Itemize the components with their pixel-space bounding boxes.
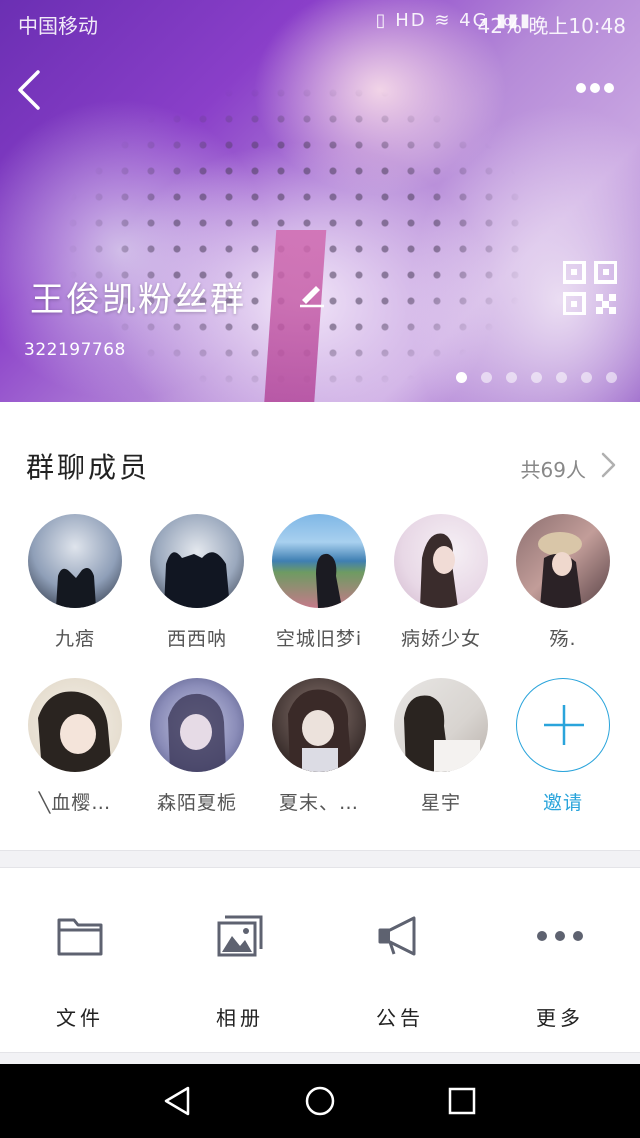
invite-label: 邀请 [542, 792, 583, 814]
back-arrow-icon[interactable] [14, 68, 44, 112]
member-name: 殇. [549, 628, 577, 650]
member-item[interactable]: 星宇 [380, 678, 502, 815]
avatar [516, 514, 610, 608]
dot-icon [576, 83, 586, 93]
page-dot [456, 372, 467, 383]
member-item[interactable]: 西西呐 [136, 514, 258, 651]
battery-level: 42% [477, 14, 522, 38]
section-divider [0, 1052, 640, 1064]
member-item[interactable]: 森陌夏栀 [136, 678, 258, 815]
photo-album-icon [217, 915, 263, 957]
notice-label: 公告 [376, 1006, 424, 1030]
album-label: 相册 [216, 1006, 264, 1030]
avatar [394, 678, 488, 772]
page-dot [606, 372, 617, 383]
avatar [394, 514, 488, 608]
invite-avatar [516, 678, 610, 772]
system-navigation-bar [0, 1064, 640, 1138]
member-item[interactable]: ╲血樱… [14, 678, 136, 815]
member-count[interactable]: 共69人 [521, 454, 586, 483]
member-name: 病娇少女 [400, 628, 481, 650]
group-cover-banner[interactable]: 中国移动 ▯ HD ≋ 4G ▮▮▮ 42% 晚上10:48 王俊凯粉丝群 32… [0, 0, 640, 402]
avatar [150, 514, 244, 608]
more-label: 更多 [536, 1006, 584, 1030]
avatar [28, 514, 122, 608]
dot-icon [604, 83, 614, 93]
avatar [28, 678, 122, 772]
member-name: 西西呐 [166, 628, 227, 650]
edit-pencil-icon[interactable] [296, 278, 326, 308]
group-profile-screen: 中国移动 ▯ HD ≋ 4G ▮▮▮ 42% 晚上10:48 王俊凯粉丝群 32… [0, 0, 640, 1138]
page-dot [481, 372, 492, 383]
member-name: 星宇 [420, 792, 461, 814]
dot-icon [590, 83, 600, 93]
group-tools-bar: 文件 相册 公告 更多 [0, 868, 640, 1052]
plus-icon [544, 705, 584, 745]
clock: 42% 晚上10:48 [478, 10, 626, 39]
group-members-section: 群聊成员 共69人 九痞 西西呐 空城旧梦i 病娇少女 殇. ╲血樱… 森陌夏栀… [0, 402, 640, 850]
chevron-right-icon[interactable] [598, 450, 618, 480]
member-item[interactable]: 九痞 [14, 514, 136, 651]
member-name: 空城旧梦i [275, 628, 363, 650]
avatar [272, 514, 366, 608]
page-dot [531, 372, 542, 383]
page-dot [556, 372, 567, 383]
member-item[interactable]: 病娇少女 [380, 514, 502, 651]
page-dot [506, 372, 517, 383]
files-label: 文件 [56, 1006, 104, 1030]
members-title: 群聊成员 [26, 451, 151, 484]
group-name: 王俊凯粉丝群 [30, 280, 246, 320]
member-name: 夏末、… [278, 792, 359, 814]
folder-icon [57, 918, 103, 956]
page-dot [581, 372, 592, 383]
cover-page-indicator [456, 368, 631, 383]
member-name: ╲血樱… [38, 792, 112, 814]
qr-code-icon[interactable] [563, 261, 617, 315]
member-name: 森陌夏栀 [156, 792, 237, 814]
more-dots-icon [537, 931, 583, 941]
member-name: 九痞 [54, 628, 95, 650]
group-id: 322197768 [24, 340, 126, 360]
nav-home-icon[interactable] [303, 1084, 337, 1118]
invite-member-button[interactable]: 邀请 [502, 678, 624, 815]
section-divider [0, 850, 640, 868]
time-label: 晚上10:48 [528, 14, 626, 38]
notice-button[interactable]: 公告 [320, 868, 480, 1052]
more-options-button[interactable] [576, 78, 624, 100]
member-item[interactable]: 殇. [502, 514, 624, 651]
album-button[interactable]: 相册 [160, 868, 320, 1052]
member-item[interactable]: 空城旧梦i [258, 514, 380, 651]
nav-back-icon[interactable] [160, 1084, 194, 1118]
nav-recents-icon[interactable] [445, 1084, 479, 1118]
status-bar: 中国移动 ▯ HD ≋ 4G ▮▮▮ 42% 晚上10:48 [0, 0, 640, 42]
member-item[interactable]: 夏末、… [258, 678, 380, 815]
files-button[interactable]: 文件 [0, 868, 160, 1052]
megaphone-icon [378, 916, 416, 956]
avatar [150, 678, 244, 772]
carrier-label: 中国移动 [18, 14, 98, 38]
more-tools-button[interactable]: 更多 [480, 868, 640, 1052]
avatar [272, 678, 366, 772]
